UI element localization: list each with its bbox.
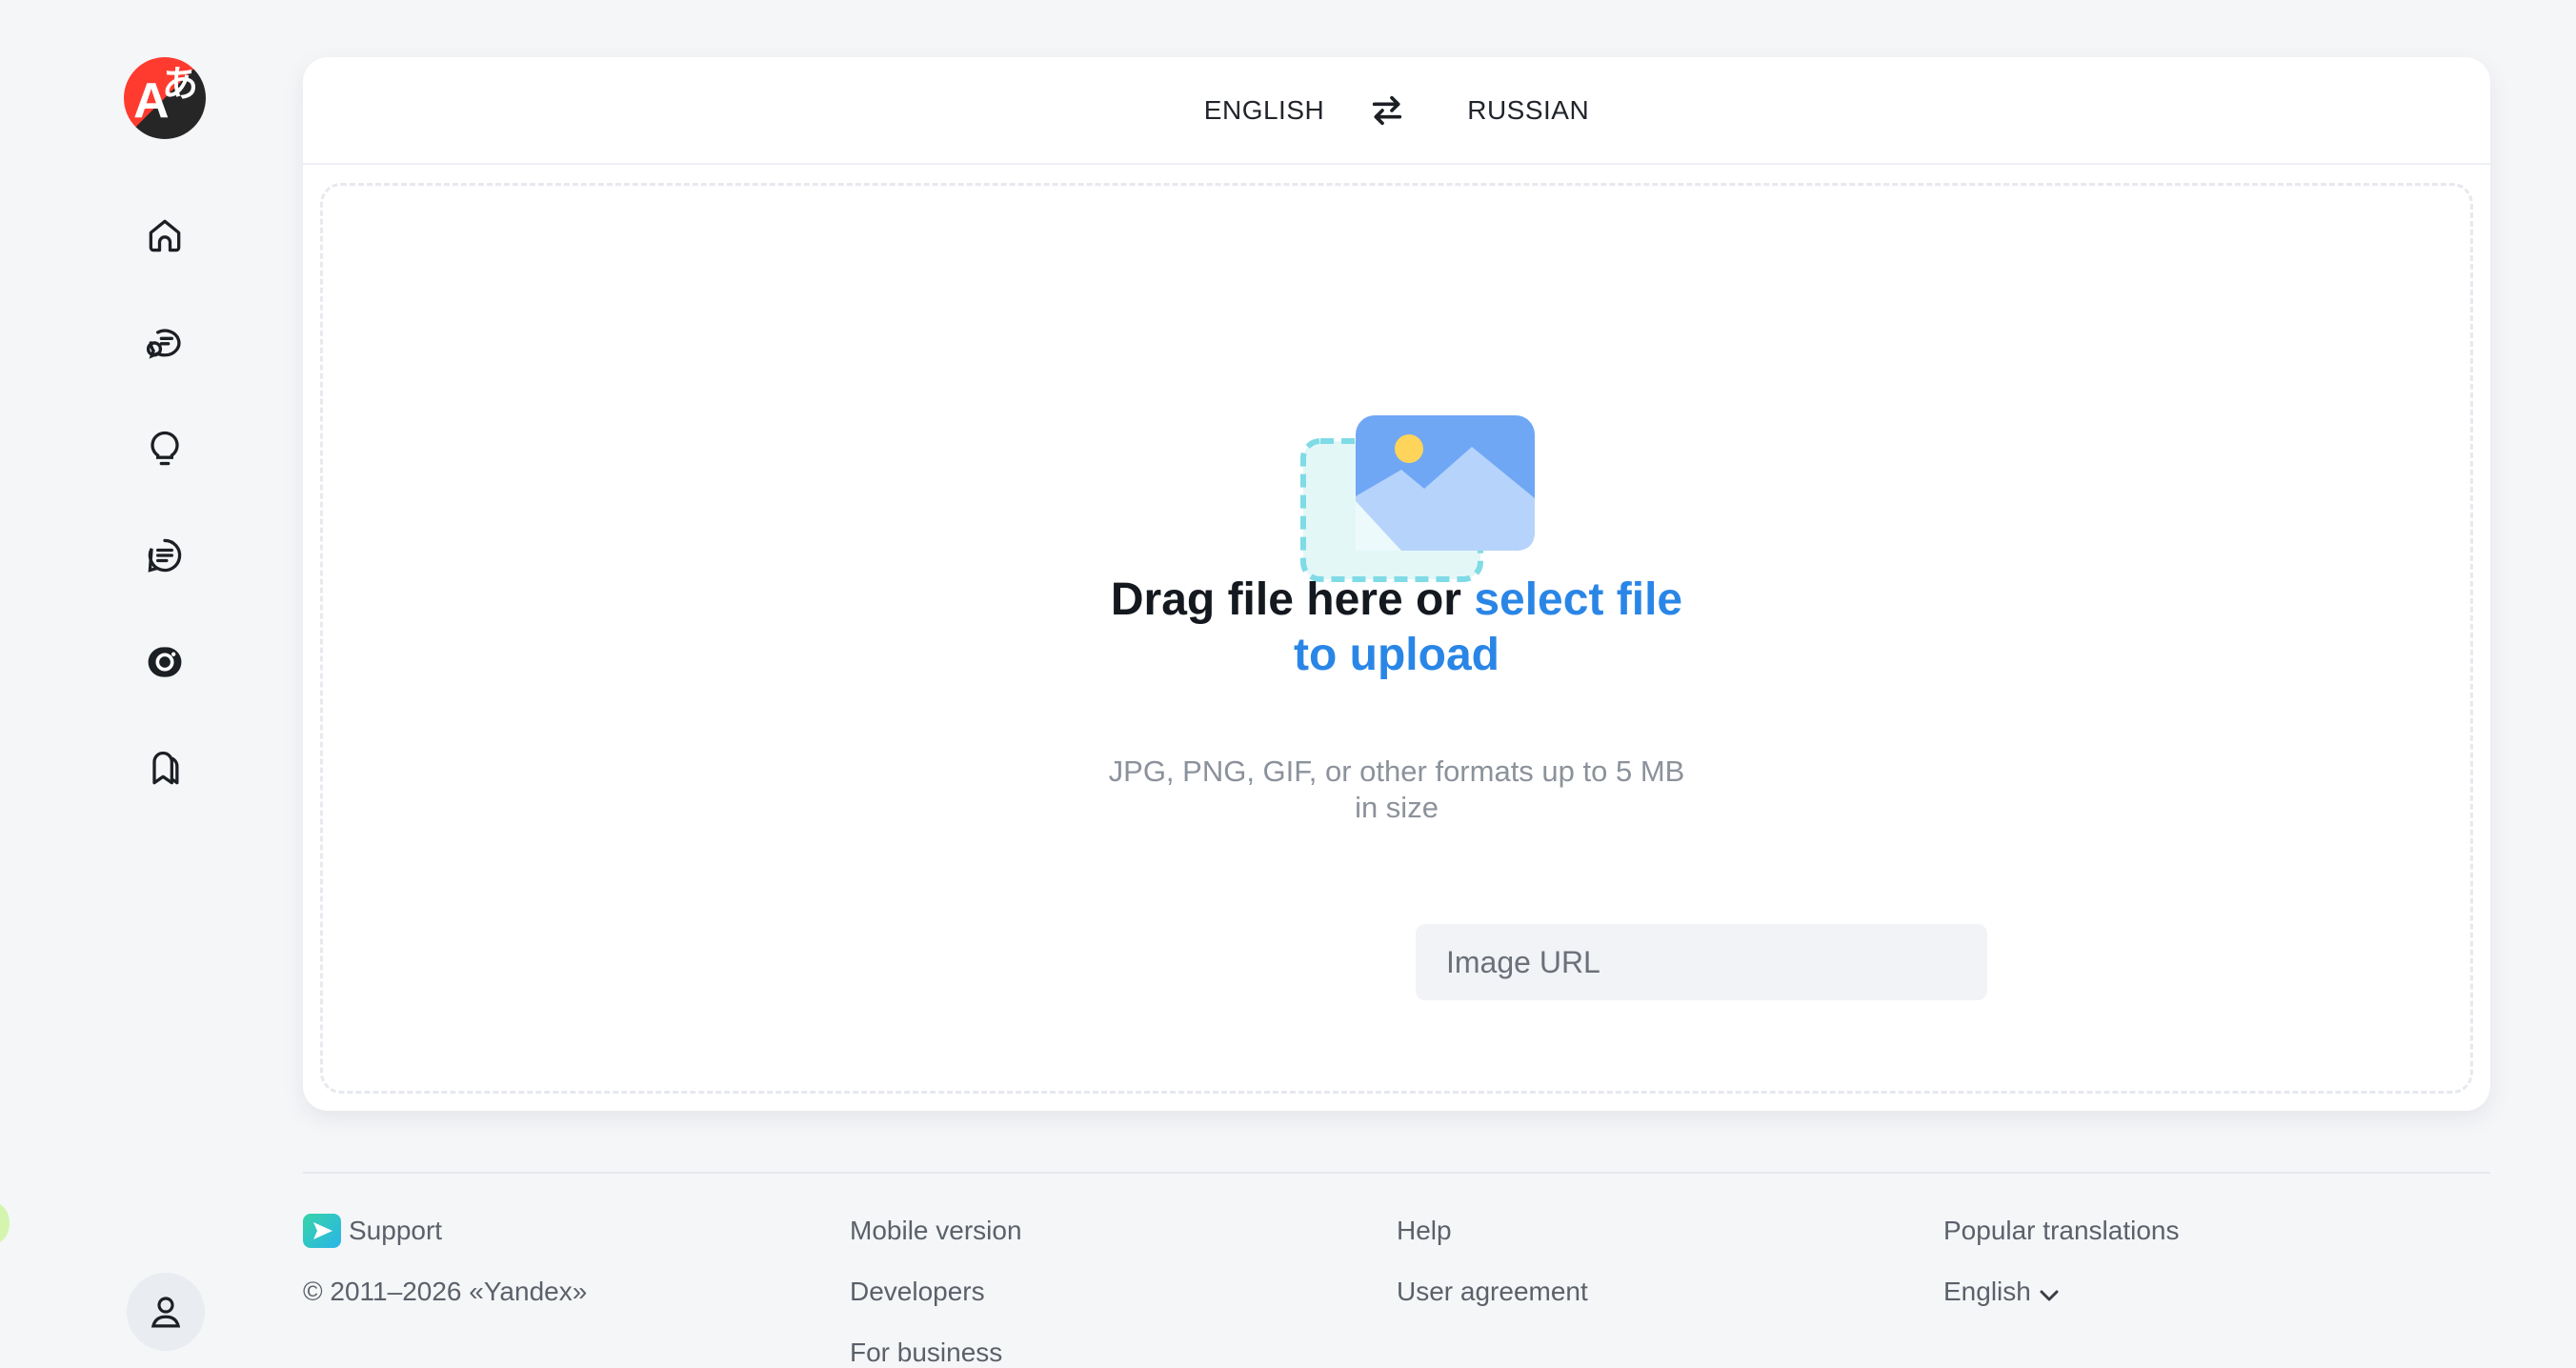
image-translation-card: ENGLISH RUSSIAN Drag file here or select…	[303, 57, 2490, 1111]
notification-blob	[0, 1202, 10, 1244]
image-url-input[interactable]	[1416, 924, 1987, 1000]
camera-icon	[148, 647, 182, 677]
select-file-link[interactable]: select file	[1474, 574, 1682, 625]
popular-translations-link[interactable]: Popular translations	[1943, 1215, 2179, 1247]
bookmarks-icon	[152, 751, 179, 785]
file-format-hint-line-1: JPG, PNG, GIF, or other formats up to 5 …	[1108, 754, 1685, 788]
sidebar-item-home[interactable]	[137, 208, 192, 263]
swap-languages-button[interactable]	[1358, 82, 1416, 139]
select-file-link-continued[interactable]: to upload	[1294, 630, 1499, 680]
image-upload-illustration	[1300, 415, 1535, 582]
file-drop-zone[interactable]: Drag file here or select file to upload …	[320, 183, 2473, 1094]
lightbulb-icon	[151, 431, 179, 466]
sidebar-item-chat[interactable]	[137, 314, 192, 370]
source-language-selector[interactable]: ENGLISH	[1204, 95, 1324, 126]
developers-link[interactable]: Developers	[850, 1276, 985, 1308]
copyright-text: © 2011–2026 «Yandex»	[303, 1277, 588, 1306]
drop-zone-title-text: Drag file here or	[1110, 574, 1475, 625]
for-business-link[interactable]: For business	[850, 1337, 1002, 1368]
language-bar: ENGLISH RUSSIAN	[303, 57, 2490, 165]
drop-zone-title: Drag file here or select file to upload	[323, 573, 2470, 683]
home-icon	[149, 219, 181, 252]
user-agreement-link[interactable]: User agreement	[1397, 1276, 1588, 1308]
sidebar-item-collections[interactable]	[137, 741, 192, 796]
help-link[interactable]: Help	[1397, 1215, 1452, 1247]
interface-language-label: English	[1943, 1277, 2031, 1306]
user-avatar-button[interactable]	[127, 1273, 205, 1351]
swap-icon	[1373, 95, 1402, 125]
interface-language-selector[interactable]: English	[1943, 1276, 2060, 1310]
sidebar: Aあ	[0, 0, 305, 1368]
document-icon	[148, 538, 182, 573]
support-icon[interactable]	[303, 1214, 341, 1248]
sidebar-item-images[interactable]	[137, 634, 192, 690]
translate-logo[interactable]: Aあ	[124, 57, 206, 139]
file-format-hint: JPG, PNG, GIF, or other formats up to 5 …	[323, 754, 2470, 826]
mobile-version-link[interactable]: Mobile version	[850, 1215, 1022, 1247]
sidebar-item-ideas[interactable]	[137, 421, 192, 476]
support-link[interactable]: Support	[349, 1215, 442, 1247]
sidebar-item-documents[interactable]	[137, 528, 192, 583]
footer-divider	[303, 1172, 2490, 1174]
chevron-down-icon	[2039, 1277, 2060, 1310]
chat-icon	[146, 329, 181, 359]
user-icon	[151, 1297, 181, 1328]
file-format-hint-line-2: in size	[1355, 791, 1439, 824]
target-language-selector[interactable]: RUSSIAN	[1467, 95, 1589, 126]
